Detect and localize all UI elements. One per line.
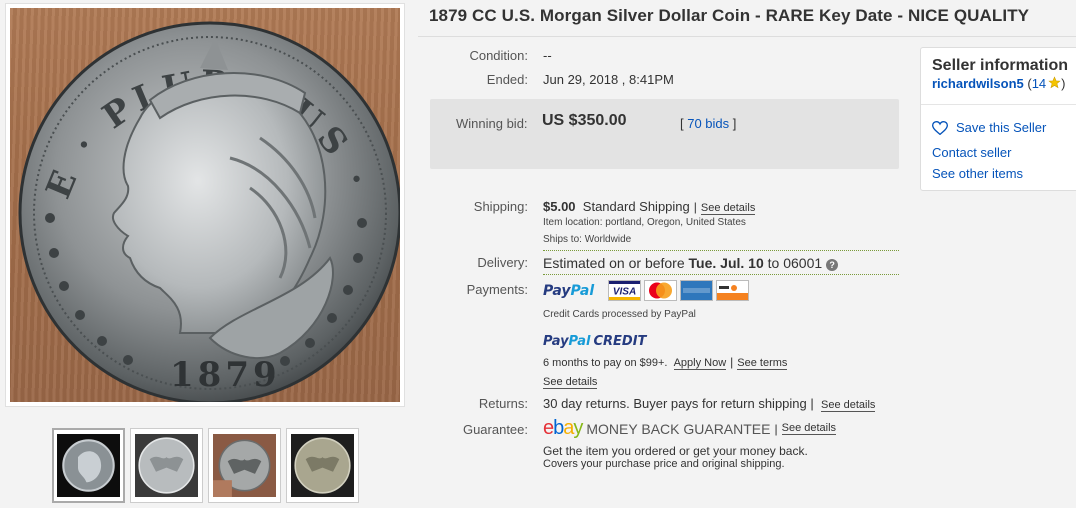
seller-info-panel: Seller information richardwilson5 (14) S… xyxy=(920,47,1076,191)
guarantee-label: Guarantee: xyxy=(462,422,528,437)
credit-separator: | xyxy=(730,355,734,369)
morgan-reverse-dark-thumb xyxy=(291,434,354,497)
feedback-open: ( xyxy=(1023,76,1032,91)
condition-value: -- xyxy=(543,48,552,63)
guarantee-line-2: Covers your purchase price and original … xyxy=(543,458,785,470)
winning-bid-panel: Winning bid: US $350.00 [ 70 bids ] xyxy=(430,99,899,169)
title-divider xyxy=(418,36,1076,37)
guarantee-line-1: Get the item you ordered or get your mon… xyxy=(543,444,808,458)
visa-card-icon: VISA xyxy=(608,280,642,301)
item-location: Item location: portland, Oregon, United … xyxy=(543,217,746,228)
feedback-close: ) xyxy=(1061,76,1066,91)
delivery-bottom-rule xyxy=(543,274,899,275)
bid-count: [ 70 bids ] xyxy=(680,116,736,131)
ended-value: Jun 29, 2018 , 8:41PM xyxy=(543,72,674,87)
save-seller-label: Save this Seller xyxy=(956,120,1047,135)
paypal-credit-logo: PayPal CREDIT xyxy=(543,334,646,349)
seller-divider xyxy=(921,104,1076,105)
feedback-score-link[interactable]: 14 xyxy=(1032,76,1046,91)
paypal-pal-text: Pal xyxy=(570,282,595,299)
main-item-photo[interactable]: E · PLURIBUS · UNUM 1879 xyxy=(5,3,405,407)
paypal-credit-offer: 6 months to pay on $99+. Apply Now | See t… xyxy=(543,355,788,370)
shipping-see-details-link[interactable]: See details xyxy=(700,202,756,215)
winning-bid-label: Winning bid: xyxy=(456,116,528,131)
credit-cards-note: Credit Cards processed by PayPal xyxy=(543,309,696,320)
morgan-reverse-eagle-thumb xyxy=(135,434,198,497)
credit-see-details: See details xyxy=(543,373,598,389)
svg-text:VISA: VISA xyxy=(613,287,636,298)
coin-obverse-illustration: E · PLURIBUS · UNUM 1879 xyxy=(10,8,400,402)
seller-username-link[interactable]: richardwilson5 xyxy=(932,76,1024,91)
payments-label: Payments: xyxy=(466,282,528,297)
credit-offer-text: 6 months to pay on $99+. xyxy=(543,357,668,369)
guarantee-separator: | xyxy=(774,421,778,436)
save-seller-button[interactable]: Save this Seller xyxy=(932,120,1046,135)
returns-value: 30 day returns. Buyer pays for return sh… xyxy=(543,396,876,412)
see-other-items-link[interactable]: See other items xyxy=(932,166,1023,181)
shipping-label: Shipping: xyxy=(473,199,528,214)
listing-title: 1879 CC U.S. Morgan Silver Dollar Coin -… xyxy=(429,6,1030,25)
delivery-prefix: Estimated on or before xyxy=(543,255,689,271)
paypal-credit-pay: Pay xyxy=(543,334,569,349)
shipping-value: $5.00 Standard Shipping | See details xyxy=(543,199,756,215)
thumbnail-1[interactable] xyxy=(52,428,125,503)
shipping-method: Standard Shipping xyxy=(582,199,690,214)
ended-label: Ended: xyxy=(486,72,528,87)
credit-see-details-link[interactable]: See details xyxy=(543,376,598,389)
ships-to: Ships to: Worldwide xyxy=(543,234,632,245)
seller-info-heading: Seller information xyxy=(932,57,1069,74)
winning-bid-amount: US $350.00 xyxy=(542,112,627,129)
guarantee-see-details-link[interactable]: See details xyxy=(781,422,837,435)
delivery-top-rule xyxy=(543,250,899,251)
returns-see-details-link[interactable]: See details xyxy=(820,399,876,412)
guarantee-header: ebay MONEY BACK GUARANTEE | See details xyxy=(543,417,837,440)
contact-seller-link[interactable]: Contact seller xyxy=(932,145,1011,160)
discover-card-icon xyxy=(716,280,750,301)
delivery-date: Tue. Jul. 10 xyxy=(688,255,764,271)
shipping-separator: | xyxy=(693,200,697,214)
heart-icon xyxy=(932,120,948,135)
help-icon[interactable]: ? xyxy=(826,259,839,271)
paypal-pay-text: Pay xyxy=(543,282,571,299)
money-back-guarantee-title: MONEY BACK GUARANTEE xyxy=(586,420,771,437)
returns-text: 30 day returns. Buyer pays for return sh… xyxy=(543,396,814,411)
mastercard-card-icon xyxy=(644,280,678,301)
returns-label: Returns: xyxy=(478,396,528,411)
thumbnail-strip xyxy=(52,428,359,503)
ebay-logo: ebay xyxy=(543,417,583,439)
morgan-obverse-black-bg-thumb xyxy=(57,434,120,497)
seller-username-row: richardwilson5 (14) xyxy=(932,76,1066,91)
see-terms-link[interactable]: See terms xyxy=(737,357,788,370)
morgan-dollar-obverse-image: E · PLURIBUS · UNUM 1879 xyxy=(10,8,400,402)
delivery-label: Delivery: xyxy=(477,255,528,270)
thumbnail-2[interactable] xyxy=(130,428,203,503)
bid-history-link[interactable]: 70 bids xyxy=(687,116,729,131)
delivery-zip: to 06001 xyxy=(763,255,823,271)
amex-card-icon xyxy=(680,280,714,301)
paypal-logo: PayPal xyxy=(543,283,594,299)
coin-year-text: 1879 xyxy=(170,355,281,395)
apply-now-link[interactable]: Apply Now xyxy=(673,357,727,370)
bid-bracket-close: ] xyxy=(729,116,737,131)
thumbnail-3[interactable] xyxy=(208,428,281,503)
condition-label: Condition: xyxy=(469,48,528,63)
paypal-credit-pal: Pal xyxy=(568,334,591,349)
morgan-reverse-in-hand-thumb xyxy=(213,434,276,497)
paypal-credit-word: CREDIT xyxy=(593,334,647,349)
shipping-cost: $5.00 xyxy=(543,199,576,214)
payment-methods: PayPal VISA xyxy=(543,280,752,301)
star-icon xyxy=(1048,76,1061,89)
delivery-estimate: Estimated on or before Tue. Jul. 10 to 0… xyxy=(543,255,839,271)
thumbnail-4[interactable] xyxy=(286,428,359,503)
